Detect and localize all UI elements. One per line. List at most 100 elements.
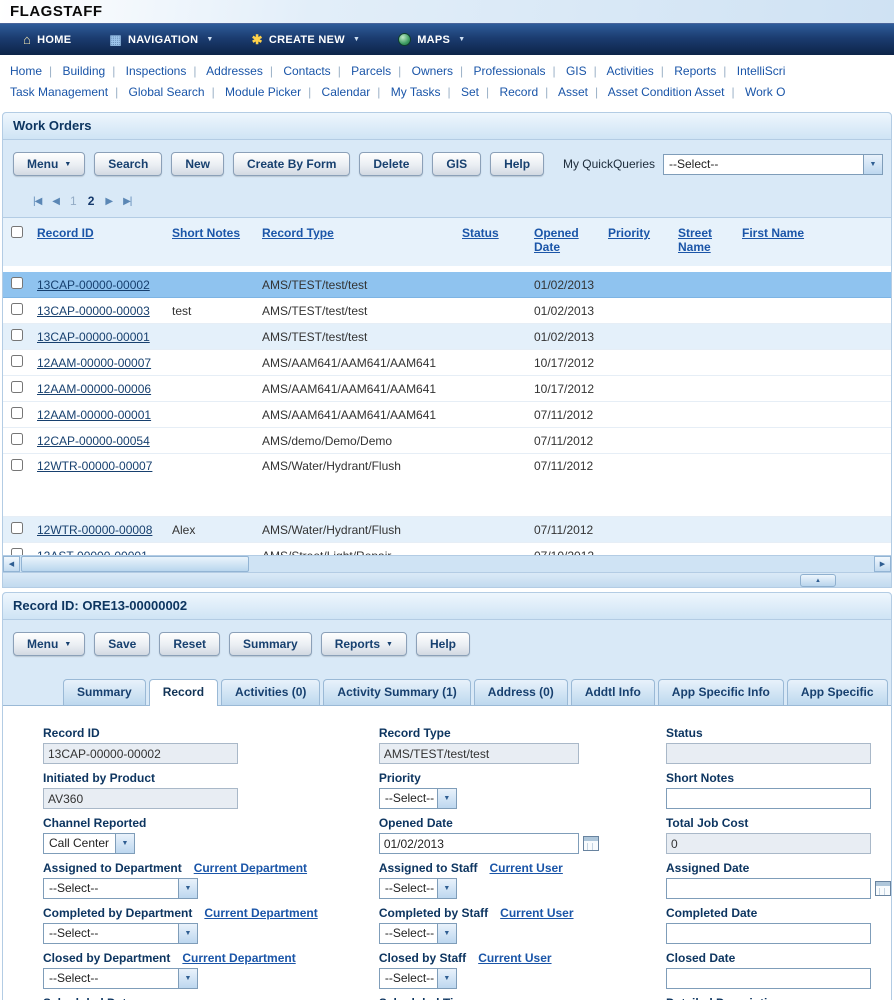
tab-app-specific-info[interactable]: App Specific Info (658, 679, 784, 705)
search-button[interactable]: Search (94, 152, 162, 176)
link-set[interactable]: Set (461, 85, 479, 99)
link-asset[interactable]: Asset (558, 85, 588, 99)
current-department-link[interactable]: Current Department (194, 861, 307, 875)
link-my-tasks[interactable]: My Tasks (391, 85, 441, 99)
column-header-short-notes[interactable]: Short Notes (172, 226, 240, 240)
column-header-street-name[interactable]: Street Name (678, 226, 712, 254)
current-department-link[interactable]: Current Department (182, 951, 295, 965)
table-row[interactable]: 13CAP-00000-00002 AMS/TEST/test/test 01/… (3, 272, 891, 298)
column-header-first-name[interactable]: First Name (742, 226, 804, 240)
record-id-link[interactable]: 12WTR-00000-00007 (37, 459, 152, 473)
record-id-link[interactable]: 13CAP-00000-00002 (37, 278, 150, 292)
tab-record[interactable]: Record (149, 679, 218, 706)
row-checkbox[interactable] (11, 303, 23, 315)
opened-date-input[interactable] (379, 833, 579, 854)
column-header-opened-date[interactable]: Opened Date (534, 226, 579, 254)
detail-help-button[interactable]: Help (416, 632, 470, 656)
record-id-link[interactable]: 12CAP-00000-00054 (37, 434, 150, 448)
column-header-record-type[interactable]: Record Type (262, 226, 334, 240)
closed-by-department-select[interactable]: --Select-- ▼ (43, 968, 198, 989)
table-row[interactable]: 12WTR-00000-00008 Alex AMS/Water/Hydrant… (3, 517, 891, 543)
link-home[interactable]: Home (10, 64, 42, 78)
assigned-to-staff-select[interactable]: --Select-- ▼ (379, 878, 457, 899)
completed-by-department-select[interactable]: --Select-- ▼ (43, 923, 198, 944)
calendar-icon[interactable] (875, 881, 891, 896)
link-record[interactable]: Record (499, 85, 538, 99)
row-checkbox[interactable] (11, 522, 23, 534)
tab-activities[interactable]: Activities (0) (221, 679, 320, 705)
row-checkbox[interactable] (11, 548, 23, 555)
row-checkbox[interactable] (11, 381, 23, 393)
current-department-link[interactable]: Current Department (204, 906, 317, 920)
link-building[interactable]: Building (62, 64, 105, 78)
scroll-right-icon[interactable]: ▶ (874, 556, 891, 572)
link-activities[interactable]: Activities (606, 64, 653, 78)
new-button[interactable]: New (171, 152, 224, 176)
closed-by-staff-select[interactable]: --Select-- ▼ (379, 968, 457, 989)
collapse-panel-button[interactable]: ▲ (800, 574, 836, 587)
link-work-orders[interactable]: Work O (745, 85, 785, 99)
next-page-icon[interactable]: ▶ (105, 196, 112, 207)
priority-select[interactable]: --Select-- ▼ (379, 788, 457, 809)
scrollbar-track[interactable] (249, 556, 874, 572)
closed-date-input[interactable] (666, 968, 871, 989)
last-page-icon[interactable]: ▶| (123, 196, 131, 207)
link-addresses[interactable]: Addresses (206, 64, 263, 78)
tab-app-specific[interactable]: App Specific (787, 679, 888, 705)
current-user-link[interactable]: Current User (490, 861, 563, 875)
assigned-to-department-select[interactable]: --Select-- ▼ (43, 878, 198, 899)
table-row[interactable]: 12CAP-00000-00054 AMS/demo/Demo/Demo 07/… (3, 428, 891, 454)
link-parcels[interactable]: Parcels (351, 64, 391, 78)
tab-activity-summary[interactable]: Activity Summary (1) (323, 679, 470, 705)
record-id-link[interactable]: 12AAM-00000-00007 (37, 356, 151, 370)
assigned-date-input[interactable] (666, 878, 871, 899)
tab-addtl-info[interactable]: Addtl Info (571, 679, 655, 705)
completed-date-input[interactable] (666, 923, 871, 944)
record-id-link[interactable]: 13CAP-00000-00001 (37, 330, 150, 344)
nav-navigation[interactable]: ▦ NAVIGATION ▼ (90, 24, 232, 55)
help-button[interactable]: Help (490, 152, 544, 176)
quickqueries-select[interactable]: --Select-- ▼ (663, 154, 883, 175)
row-checkbox[interactable] (11, 277, 23, 289)
nav-create-new[interactable]: ✱ CREATE NEW ▼ (233, 24, 380, 55)
link-inspections[interactable]: Inspections (126, 64, 187, 78)
nav-maps[interactable]: MAPS ▼ (379, 24, 484, 55)
current-user-link[interactable]: Current User (500, 906, 573, 920)
tab-summary[interactable]: Summary (63, 679, 146, 705)
link-asset-condition[interactable]: Asset Condition Asset (608, 85, 725, 99)
first-page-icon[interactable]: |◀ (33, 196, 41, 207)
link-professionals[interactable]: Professionals (473, 64, 545, 78)
prev-page-icon[interactable]: ◀ (52, 196, 59, 207)
link-gis[interactable]: GIS (566, 64, 587, 78)
channel-reported-select[interactable]: Call Center ▼ (43, 833, 135, 854)
select-all-checkbox[interactable] (11, 226, 23, 238)
menu-button[interactable]: Menu ▼ (13, 152, 85, 176)
column-header-record-id[interactable]: Record ID (37, 226, 94, 240)
gis-button[interactable]: GIS (432, 152, 481, 176)
page-1-link[interactable]: 1 (70, 194, 77, 208)
link-contacts[interactable]: Contacts (283, 64, 330, 78)
link-owners[interactable]: Owners (412, 64, 453, 78)
record-id-link[interactable]: 12AAM-00000-00001 (37, 408, 151, 422)
nav-home[interactable]: ⌂ HOME (4, 24, 90, 55)
record-id-link[interactable]: 12WTR-00000-00008 (37, 523, 152, 537)
link-global-search[interactable]: Global Search (129, 85, 205, 99)
table-row[interactable]: 12AST-00000-00001 AMS/Street/Light/Repai… (3, 543, 891, 556)
table-row[interactable]: 12AAM-00000-00007 AMS/AAM641/AAM641/AAM6… (3, 350, 891, 376)
save-button[interactable]: Save (94, 632, 150, 656)
calendar-icon[interactable] (583, 836, 599, 851)
table-row[interactable]: 13CAP-00000-00003 test AMS/TEST/test/tes… (3, 298, 891, 324)
link-reports[interactable]: Reports (674, 64, 716, 78)
row-checkbox[interactable] (11, 459, 23, 471)
delete-button[interactable]: Delete (359, 152, 423, 176)
table-row[interactable]: 12AAM-00000-00001 AMS/AAM641/AAM641/AAM6… (3, 402, 891, 428)
column-header-priority[interactable]: Priority (608, 226, 650, 240)
link-module-picker[interactable]: Module Picker (225, 85, 301, 99)
link-intelliscript[interactable]: IntelliScri (737, 64, 786, 78)
record-id-link[interactable]: 13CAP-00000-00003 (37, 304, 150, 318)
summary-button[interactable]: Summary (229, 632, 312, 656)
table-row[interactable]: 12AAM-00000-00006 AMS/AAM641/AAM641/AAM6… (3, 376, 891, 402)
row-checkbox[interactable] (11, 407, 23, 419)
current-user-link[interactable]: Current User (478, 951, 551, 965)
horizontal-scrollbar[interactable]: ◀ ▶ (3, 555, 891, 572)
